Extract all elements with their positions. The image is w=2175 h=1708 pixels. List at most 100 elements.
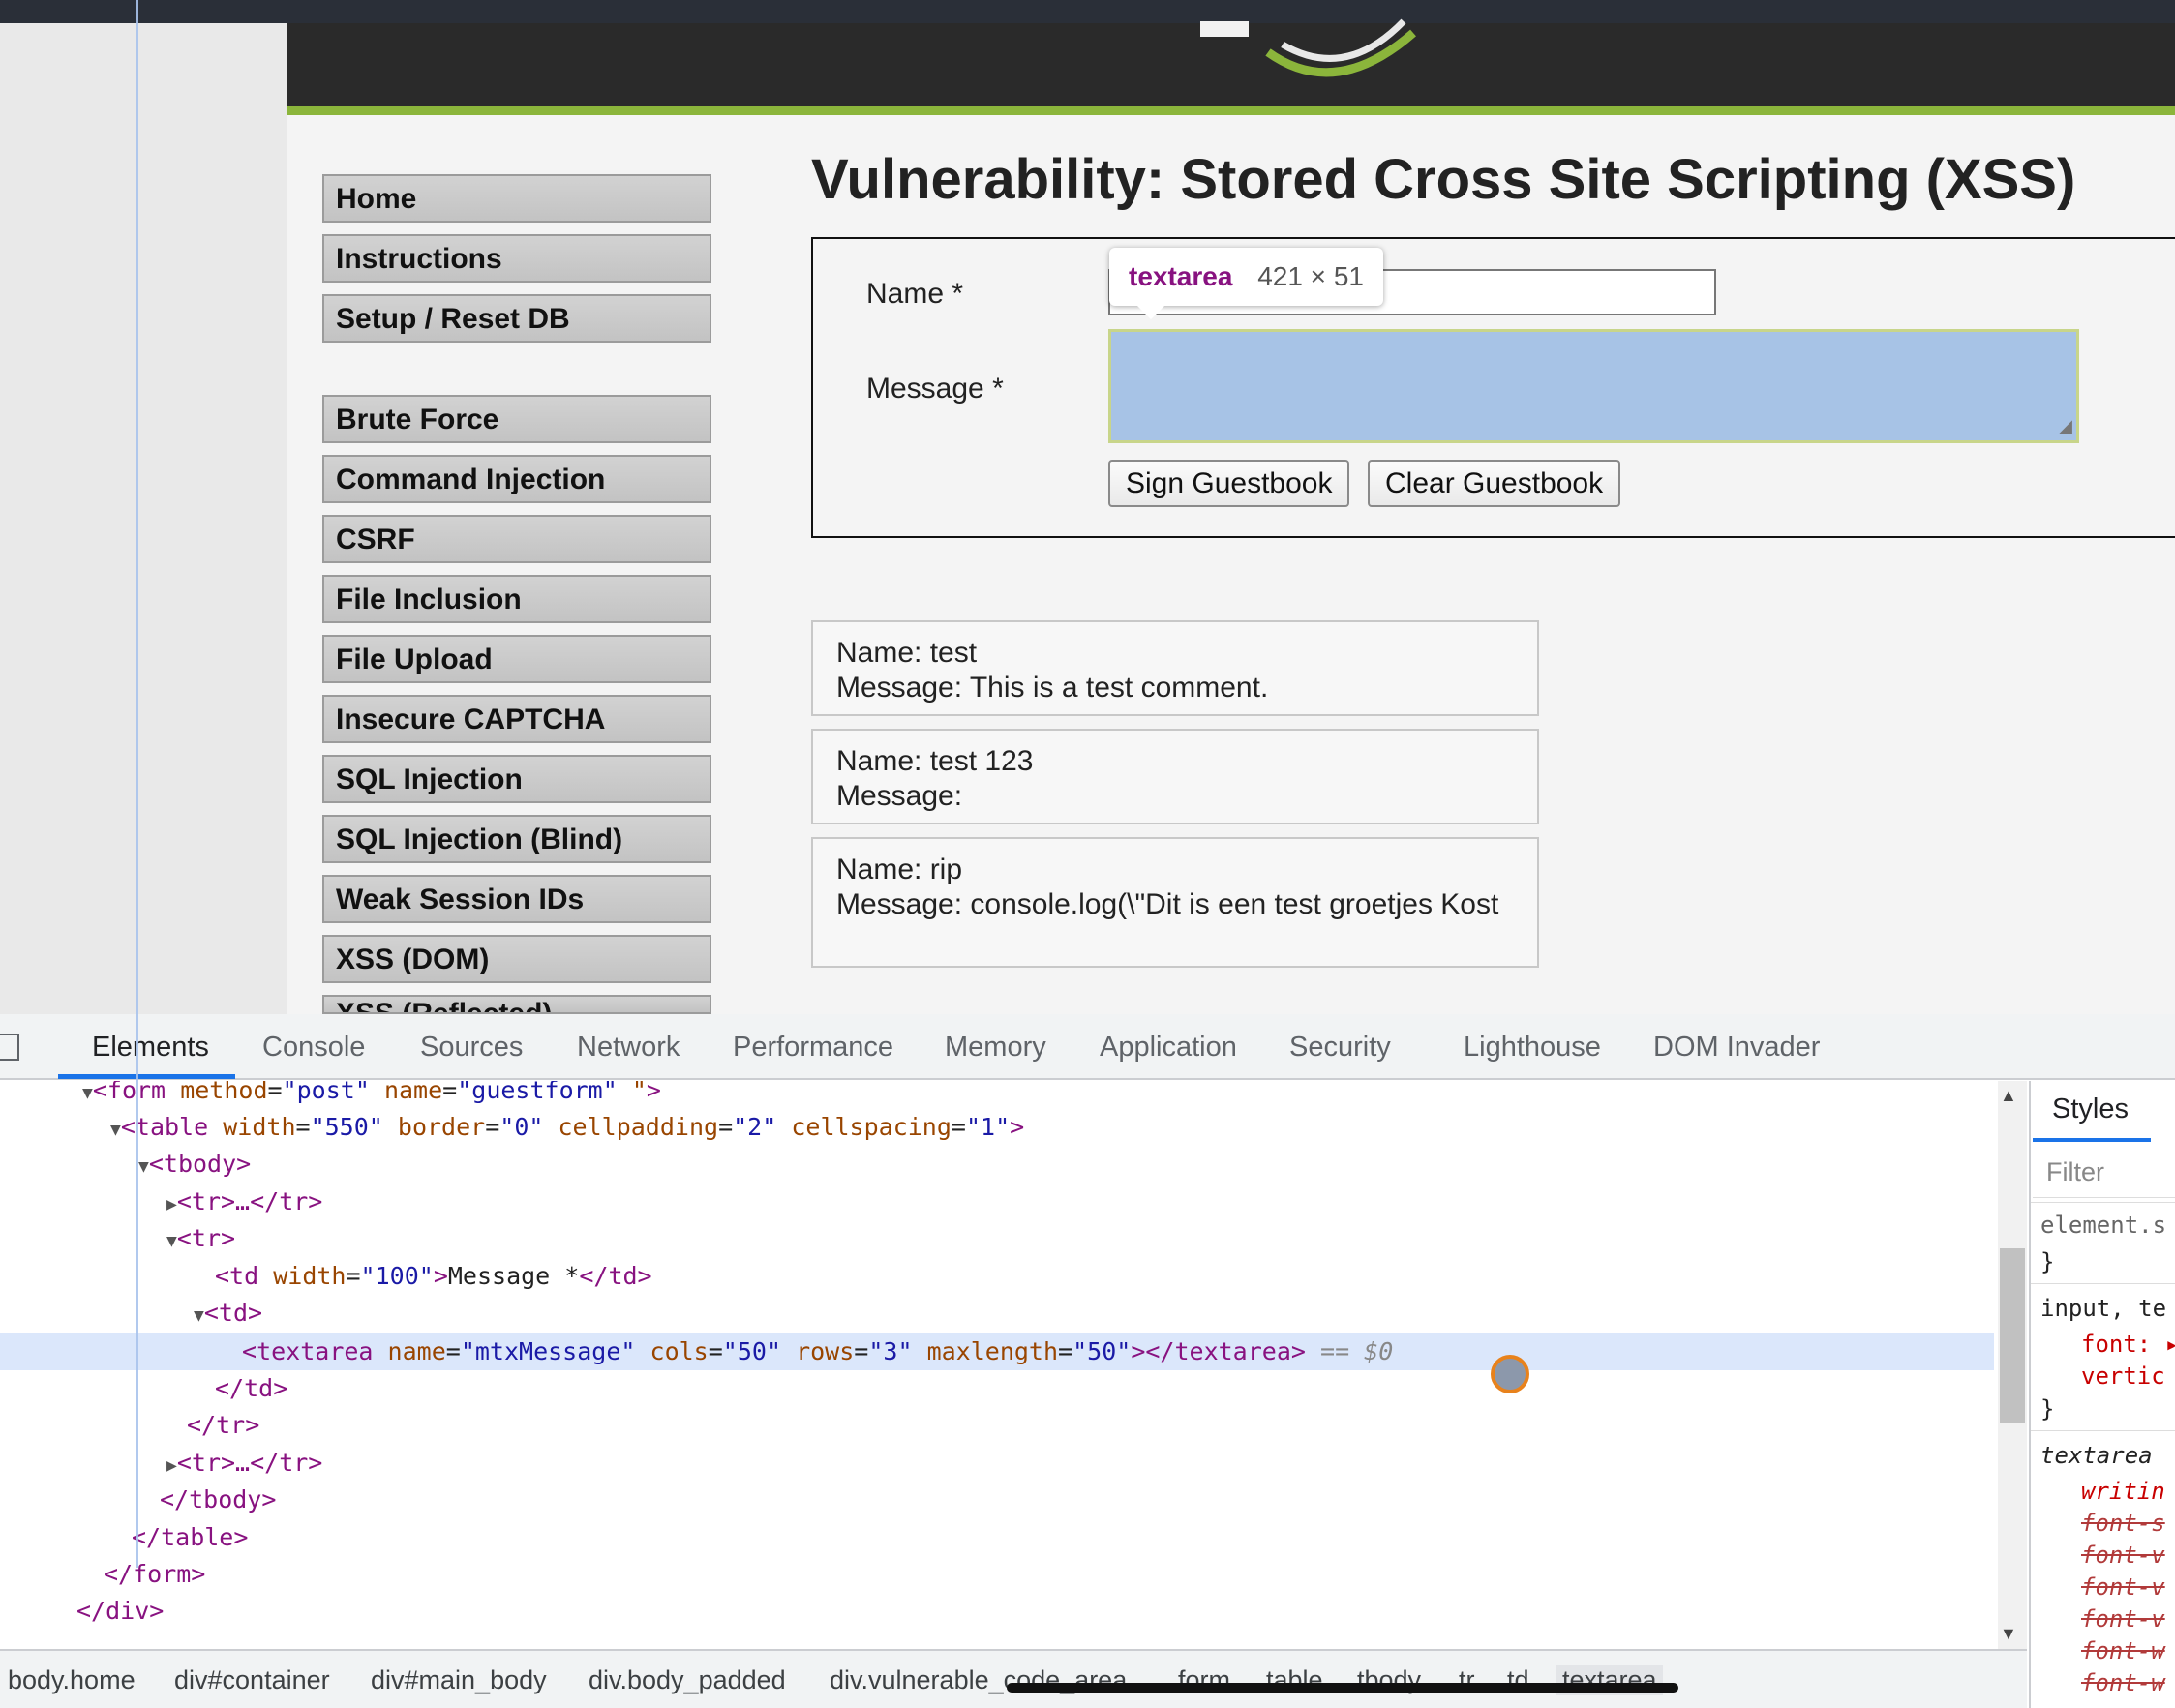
style-property-overridden[interactable]: font-v: [2081, 1542, 2165, 1569]
menu-item-xss-dom[interactable]: XSS (DOM): [322, 935, 711, 983]
inspect-tooltip: textarea 421 × 51: [1109, 248, 1383, 306]
style-rule-selector: input, te: [2040, 1295, 2167, 1322]
tab-elements[interactable]: Elements: [92, 1032, 209, 1064]
dom-node[interactable]: ▶<tr>…</tr>: [0, 1445, 1994, 1482]
tab-console[interactable]: Console: [262, 1032, 365, 1064]
tab-lighthouse[interactable]: Lighthouse: [1464, 1032, 1601, 1064]
menu-item-sql-injection[interactable]: SQL Injection: [322, 755, 711, 803]
entry-name: Name: test 123: [836, 745, 1034, 777]
dom-node[interactable]: ▼<tbody>: [0, 1146, 1994, 1183]
page-title: Vulnerability: Stored Cross Site Scripti…: [811, 148, 2076, 211]
message-textarea[interactable]: ◢: [1108, 329, 2079, 443]
dom-node[interactable]: </table>: [0, 1519, 1994, 1556]
header-accent-line: [287, 106, 2175, 115]
crumb-div-main-body[interactable]: div#main_body: [371, 1665, 547, 1695]
style-property-overridden[interactable]: font-v: [2081, 1573, 2165, 1601]
scrollbar-thumb[interactable]: [2000, 1248, 2025, 1423]
tab-sources[interactable]: Sources: [420, 1032, 523, 1064]
tooltip-tag: textarea: [1129, 261, 1233, 291]
menu-item-sql-injection-blind[interactable]: SQL Injection (Blind): [322, 815, 711, 863]
elements-tree: ▼<form method="post" name="guestform" ">…: [0, 1081, 2027, 1649]
tab-security[interactable]: Security: [1289, 1032, 1391, 1064]
menu-item-weak-session-ids[interactable]: Weak Session IDs: [322, 875, 711, 923]
expand-triangle-icon[interactable]: ▼: [166, 1231, 177, 1251]
dom-node[interactable]: </td>: [0, 1370, 1994, 1407]
entry-message: Message: This is a test comment.: [836, 672, 1269, 704]
dom-node[interactable]: ▶<tr>…</tr>: [0, 1184, 1994, 1220]
resize-grip-icon[interactable]: ◢: [2059, 416, 2072, 436]
crumb-body-home[interactable]: body.home: [8, 1665, 136, 1695]
active-tab-indicator: [58, 1074, 235, 1079]
clear-guestbook-button[interactable]: Clear Guestbook: [1368, 460, 1621, 507]
entry-message: Message: console.log(\"Dit is een test g…: [836, 888, 1499, 920]
style-rule-close: }: [2040, 1395, 2055, 1423]
style-property-overridden[interactable]: font-s: [2081, 1510, 2165, 1537]
tooltip-arrow: [1137, 306, 1164, 319]
tab-dom-invader[interactable]: DOM Invader: [1653, 1032, 1820, 1064]
style-rule-selector: textarea: [2040, 1442, 2153, 1469]
styles-divider: [2031, 1202, 2175, 1203]
dvwa-logo: [1200, 18, 1416, 77]
menu-item-setup-reset-db[interactable]: Setup / Reset DB: [322, 294, 711, 343]
inspector-guide-line: [136, 0, 138, 1568]
dom-node[interactable]: ▼<form method="post" name="guestform" ">: [0, 1081, 1994, 1109]
tab-network[interactable]: Network: [577, 1032, 680, 1064]
dom-node[interactable]: </tr>: [0, 1407, 1994, 1444]
selected-node-marker: == $0: [1320, 1337, 1394, 1365]
styles-divider: [2031, 1283, 2175, 1284]
menu-item-file-inclusion[interactable]: File Inclusion: [322, 575, 711, 623]
entry-message: Message:: [836, 780, 963, 812]
dom-node[interactable]: </tbody>: [0, 1482, 1994, 1518]
left-gutter: [0, 23, 287, 1014]
dom-node[interactable]: ▼<td>: [0, 1295, 1994, 1332]
tab-performance[interactable]: Performance: [733, 1032, 893, 1064]
dom-node[interactable]: </div>: [0, 1593, 1994, 1630]
dom-node[interactable]: ▼<tr>: [0, 1220, 1994, 1257]
tooltip-size: 421 × 51: [1257, 261, 1364, 291]
sign-guestbook-button[interactable]: Sign Guestbook: [1108, 460, 1350, 507]
styles-divider: [2031, 1430, 2175, 1431]
selected-dom-node[interactable]: <textarea name="mtxMessage" cols="50" ro…: [0, 1333, 1994, 1370]
expand-triangle-icon[interactable]: ▼: [194, 1305, 204, 1326]
name-label: Name *: [866, 278, 964, 310]
scroll-up-icon[interactable]: ▲: [2000, 1086, 2017, 1106]
dom-node[interactable]: <td width="100">Message *</td>: [0, 1258, 1994, 1295]
style-property[interactable]: writin: [2081, 1478, 2165, 1505]
device-toolbar-icon[interactable]: [0, 1034, 19, 1061]
message-label: Message *: [866, 373, 1004, 405]
crumb-div-body-padded[interactable]: div.body_padded: [589, 1665, 786, 1695]
styles-tab-indicator: [2033, 1138, 2151, 1142]
tab-memory[interactable]: Memory: [945, 1032, 1046, 1064]
expand-triangle-icon[interactable]: ▼: [110, 1120, 121, 1140]
menu-item-insecure-captcha[interactable]: Insecure CAPTCHA: [322, 695, 711, 743]
style-property-overridden[interactable]: font-w: [2081, 1669, 2165, 1696]
menu-item-file-upload[interactable]: File Upload: [322, 635, 711, 683]
collapsed-triangle-icon[interactable]: ▶: [166, 1194, 177, 1214]
guestbook-entry: Name: test 123 Message:: [811, 729, 1539, 824]
crumb-div-container[interactable]: div#container: [174, 1665, 330, 1695]
dom-node[interactable]: ▼<table width="550" border="0" cellpaddi…: [0, 1109, 1994, 1146]
tab-styles[interactable]: Styles: [2052, 1094, 2129, 1125]
menu-item-command-injection[interactable]: Command Injection: [322, 455, 711, 503]
guestbook-entry: Name: test Message: This is a test comme…: [811, 620, 1539, 716]
expand-triangle-icon[interactable]: ▼: [138, 1156, 149, 1177]
browser-top-strip: [0, 0, 2175, 23]
scroll-down-icon[interactable]: ▼: [2000, 1624, 2017, 1644]
menu-item-xss-reflected[interactable]: XSS (Reflected): [322, 995, 711, 1014]
collapsed-triangle-icon[interactable]: ▶: [166, 1455, 177, 1476]
entry-name: Name: test: [836, 637, 978, 669]
menu-item-csrf[interactable]: CSRF: [322, 515, 711, 563]
inspect-cursor-icon: [1491, 1355, 1529, 1393]
menu-item-brute-force[interactable]: Brute Force: [322, 395, 711, 443]
menu-item-instructions[interactable]: Instructions: [322, 234, 711, 283]
styles-filter-placeholder: Filter: [2046, 1157, 2104, 1186]
expand-triangle-icon[interactable]: ▼: [82, 1083, 93, 1103]
entry-name: Name: rip: [836, 854, 963, 885]
tab-application[interactable]: Application: [1100, 1032, 1237, 1064]
dom-node[interactable]: </form>: [0, 1556, 1994, 1593]
style-property-overridden[interactable]: font-w: [2081, 1637, 2165, 1664]
style-property-overridden[interactable]: font-v: [2081, 1605, 2165, 1633]
style-property[interactable]: font: ▸: [2081, 1331, 2175, 1358]
menu-item-home[interactable]: Home: [322, 174, 711, 223]
style-property[interactable]: vertic: [2081, 1363, 2165, 1390]
